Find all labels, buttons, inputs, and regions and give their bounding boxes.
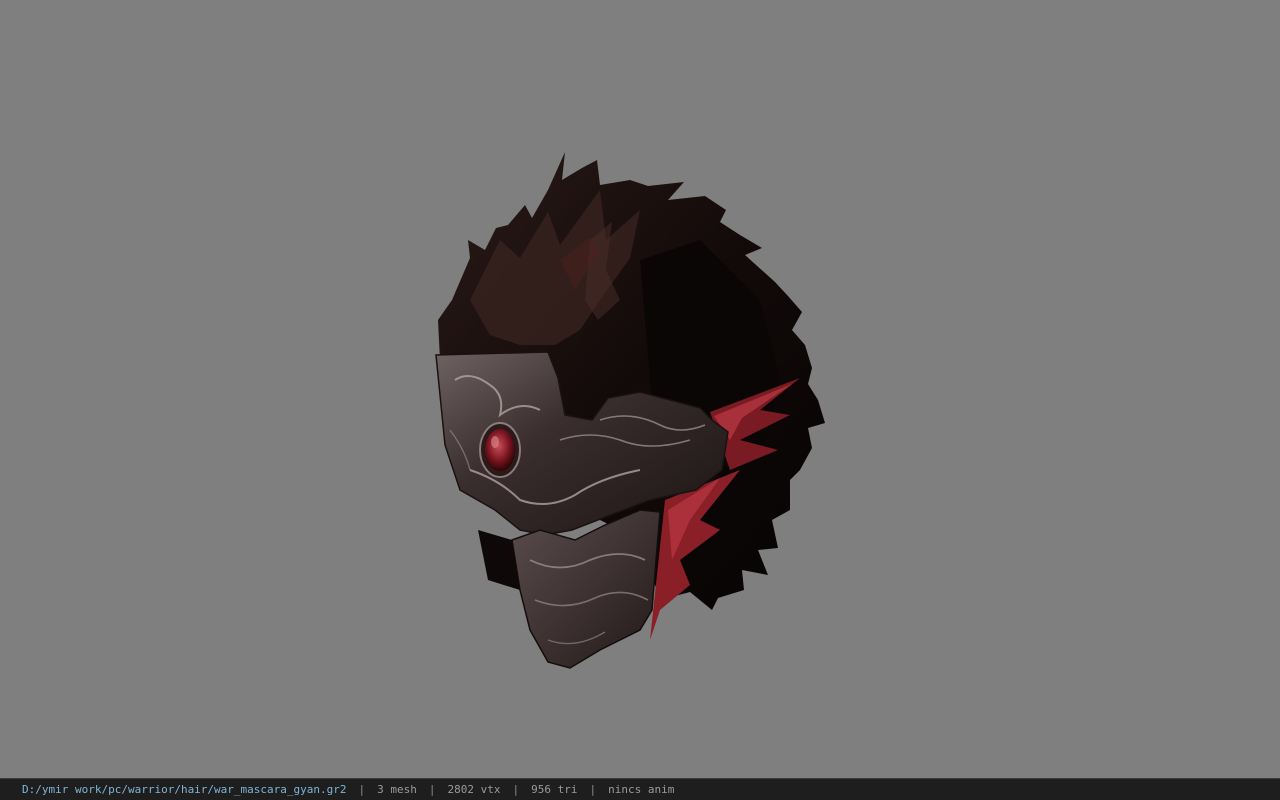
3d-viewport[interactable] xyxy=(0,0,1280,778)
red-gem-icon xyxy=(485,429,515,471)
mesh-count: 3 mesh xyxy=(377,783,417,796)
triangle-count: 956 tri xyxy=(531,783,578,796)
vertex-count: 2802 vtx xyxy=(447,783,501,796)
status-separator: | xyxy=(589,783,597,796)
file-path: D:/ymir work/pc/warrior/hair/war_mascara… xyxy=(22,783,347,796)
status-bar: D:/ymir work/pc/warrior/hair/war_mascara… xyxy=(0,778,1280,800)
status-separator: | xyxy=(358,783,366,796)
animation-status: nincs anim xyxy=(608,783,675,796)
status-separator: | xyxy=(428,783,436,796)
helmet-mask-model[interactable] xyxy=(0,0,1280,778)
mask-jaw xyxy=(478,509,661,669)
status-separator: | xyxy=(512,783,520,796)
